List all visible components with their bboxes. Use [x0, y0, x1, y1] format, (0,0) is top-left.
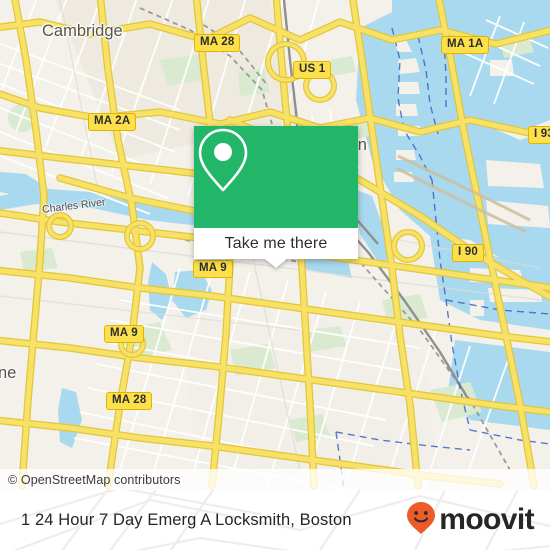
shield-i-90: I 90	[452, 244, 484, 262]
map-canvas[interactable]: Charles River Cambridge ton ne MA 28 US …	[0, 0, 550, 490]
shield-i-93: I 93	[528, 126, 550, 144]
take-me-there-label: Take me there	[224, 234, 328, 252]
map-attribution-bar: © OpenStreetMap contributors	[0, 469, 550, 490]
location-popup-card[interactable]: Take me there	[194, 126, 358, 268]
shield-ma-2a: MA 2A	[88, 113, 137, 131]
map-label-brookline: ne	[0, 364, 17, 382]
moovit-map-screenshot: Charles River Cambridge ton ne MA 28 US …	[0, 0, 550, 550]
shield-ma-1a: MA 1A	[441, 36, 490, 54]
shield-ma-28-south: MA 28	[106, 392, 153, 410]
shield-ma-28-north: MA 28	[194, 34, 241, 52]
moovit-smiley-pin-icon	[406, 501, 436, 540]
popup-pointer-tail	[265, 259, 287, 268]
take-me-there-button[interactable]: Take me there	[194, 228, 358, 259]
popup-icon-area	[194, 126, 358, 228]
map-label-cambridge: Cambridge	[42, 22, 123, 40]
moovit-wordmark: moovit	[439, 503, 534, 536]
shield-ma-9-lower: MA 9	[104, 325, 144, 343]
osm-attribution-text: © OpenStreetMap contributors	[8, 472, 181, 487]
footer-bar: 1 24 Hour 7 Day Emerg A Locksmith, Bosto…	[0, 490, 550, 550]
page-title: 1 24 Hour 7 Day Emerg A Locksmith, Bosto…	[21, 510, 352, 529]
moovit-brand[interactable]: moovit	[406, 490, 535, 550]
shield-ma-9-upper: MA 9	[193, 260, 233, 278]
shield-us-1: US 1	[293, 61, 332, 79]
